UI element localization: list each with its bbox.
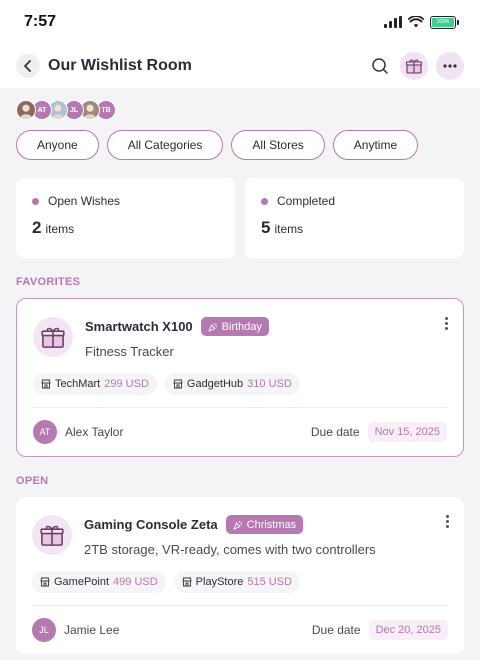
stat-label: Completed — [277, 194, 336, 208]
gift-icon — [41, 327, 65, 348]
party-icon — [207, 322, 217, 332]
wish-card[interactable]: Gaming Console Zeta Christmas 2TB storag… — [16, 497, 464, 654]
more-horizontal-icon — [443, 64, 457, 68]
member-avatar[interactable] — [16, 100, 36, 120]
filter-store[interactable]: All Stores — [231, 130, 325, 160]
filter-bar: Anyone All Categories All Stores Anytime — [0, 120, 480, 160]
battery-icon: 100% — [430, 15, 459, 29]
stat-count: 5 — [261, 218, 271, 237]
stat-unit: items — [45, 222, 75, 236]
search-button[interactable] — [368, 54, 392, 78]
store-chip[interactable]: GadgetHub 310 USD — [164, 373, 300, 395]
store-icon — [182, 577, 192, 587]
section-favorites: FAVORITES — [16, 276, 81, 288]
wish-title: Smartwatch X100 — [85, 319, 193, 334]
status-time: 7:57 — [24, 13, 57, 30]
chevron-left-icon — [24, 60, 31, 72]
store-icon — [173, 379, 183, 389]
avatar: JL — [32, 618, 56, 642]
wish-card[interactable]: Smartwatch X100 Birthday Fitness Tracker… — [16, 298, 464, 457]
store-chip[interactable]: GamePoint 499 USD — [32, 571, 166, 593]
store-chip[interactable]: TechMart 299 USD — [33, 373, 157, 395]
search-icon — [372, 58, 388, 74]
due-date-badge: Nov 15, 2025 — [367, 422, 447, 442]
page-title: Our Wishlist Room — [48, 57, 192, 74]
store-icon — [41, 379, 51, 389]
stat-label: Open Wishes — [48, 194, 121, 208]
store-list: TechMart 299 USD GadgetHub 310 USD — [33, 373, 447, 395]
stat-unit: items — [274, 222, 304, 236]
due-label: Due date — [311, 623, 361, 637]
wish-title: Gaming Console Zeta — [84, 517, 218, 532]
card-more-button[interactable] — [443, 317, 449, 330]
back-button[interactable] — [16, 54, 40, 78]
occasion-badge: Christmas — [225, 515, 304, 534]
due-label: Due date — [310, 425, 360, 439]
occasion-badge: Birthday — [200, 317, 270, 336]
signal-icon — [384, 16, 402, 28]
party-icon — [232, 520, 242, 530]
completed-card[interactable]: Completed 5 items — [245, 178, 464, 258]
avatar: AT — [33, 420, 57, 444]
filter-time[interactable]: Anytime — [332, 130, 419, 160]
gift-button[interactable] — [400, 52, 428, 80]
card-more-button[interactable] — [444, 515, 450, 528]
more-options-button[interactable] — [436, 52, 464, 80]
store-icon — [40, 577, 50, 587]
status-dot — [32, 197, 39, 205]
stat-count: 2 — [32, 218, 42, 237]
header: Our Wishlist Room — [0, 44, 480, 88]
status-dot — [261, 197, 268, 205]
gift-icon — [405, 59, 423, 74]
status-bar: 7:57 100% — [0, 0, 480, 44]
owner-name: Jamie Lee — [64, 623, 120, 637]
section-open: OPEN — [16, 475, 49, 487]
gift-thumb — [32, 515, 72, 555]
gift-icon — [40, 525, 64, 546]
wish-description: 2TB storage, VR-ready, comes with two co… — [84, 542, 376, 557]
stats-row: Open Wishes 2 items Completed 5 items — [0, 160, 480, 258]
gift-thumb — [33, 317, 73, 357]
status-icons: 100% — [384, 15, 459, 29]
wish-description: Fitness Tracker — [85, 344, 174, 359]
filter-category[interactable]: All Categories — [106, 130, 224, 160]
owner-name: Alex Taylor — [65, 425, 124, 439]
store-chip[interactable]: PlayStore 515 USD — [173, 571, 301, 593]
due-date-badge: Dec 20, 2025 — [368, 620, 448, 640]
filter-person[interactable]: Anyone — [16, 130, 99, 160]
open-wishes-card[interactable]: Open Wishes 2 items — [16, 178, 235, 258]
member-avatars[interactable]: AT JL TB — [0, 88, 480, 120]
wifi-icon — [408, 16, 424, 28]
store-list: GamePoint 499 USD PlayStore 515 USD — [32, 571, 448, 593]
